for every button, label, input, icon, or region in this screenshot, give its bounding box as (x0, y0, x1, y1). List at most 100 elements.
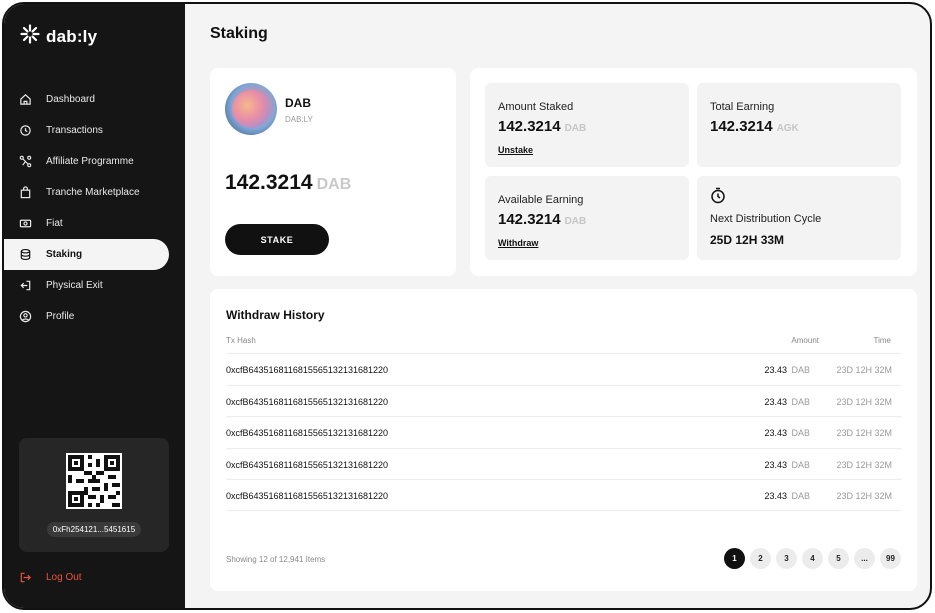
amount-unit: DAB (791, 396, 810, 407)
sidebar-item-label: Physical Exit (46, 280, 103, 291)
qr-code (66, 453, 122, 509)
available-earning-unit: DAB (564, 216, 587, 227)
page-button-2[interactable]: 2 (750, 548, 771, 569)
user-circle-icon (18, 310, 32, 324)
tx-hash: 0xcfB6435168116815565132131681220 (226, 365, 388, 375)
clock-arrows-icon (18, 124, 32, 138)
wallet-qr-card: 0xFh254121...5451615 (19, 438, 169, 552)
total-earning-label: Total Earning (710, 101, 775, 113)
page-title: Staking (210, 25, 268, 42)
sidebar-item-physical-exit[interactable]: Physical Exit (4, 270, 185, 301)
time-cell: 23D 12H 32M (836, 396, 892, 407)
page-button-3[interactable]: 3 (776, 548, 797, 569)
table-row[interactable]: 0xcfB6435168116815565132131681220 23.43 … (226, 479, 902, 511)
total-earning-value: 142.3214 AGK (710, 118, 799, 135)
table-row[interactable]: 0xcfB6435168116815565132131681220 23.43 … (226, 353, 902, 385)
column-header-time: Time (873, 336, 891, 345)
sidebar-item-affiliate-programme[interactable]: Affiliate Programme (4, 146, 185, 177)
table-row[interactable]: 0xcfB6435168116815565132131681220 23.43 … (226, 416, 902, 448)
tx-hash: 0xcfB6435168116815565132131681220 (226, 491, 388, 501)
amount-cell: 23.43 DAB (764, 460, 810, 470)
timer-icon (710, 187, 726, 209)
exit-icon (18, 279, 32, 293)
amount-staked-unit: DAB (564, 123, 587, 134)
token-balance: 142.3214 DAB (225, 171, 351, 195)
sidebar-nav: Dashboard Transactions Affiliate Program… (4, 84, 185, 332)
amount-staked-value: 142.3214 DAB (498, 118, 586, 135)
withdraw-history-title: Withdraw History (226, 308, 325, 322)
logout-label: Log Out (46, 571, 82, 583)
token-name: DAB (285, 96, 311, 110)
amount-staked-number: 142.3214 (498, 118, 561, 135)
amount-value: 23.43 (764, 459, 787, 470)
sidebar-item-tranche-marketplace[interactable]: Tranche Marketplace (4, 177, 185, 208)
amount-value: 23.43 (764, 428, 787, 438)
page-button-ellipsis[interactable]: ... (854, 548, 875, 569)
time-cell: 23D 12H 32M (836, 459, 892, 470)
main-content: Staking DAB DAB:LY 142.3214 DAB STAKE Amo… (185, 4, 930, 608)
next-distribution-value: 25D 12H 33M (710, 233, 785, 247)
page-button-4[interactable]: 4 (802, 548, 823, 569)
tx-hash: 0xcfB6435168116815565132131681220 (226, 459, 388, 470)
token-card: DAB DAB:LY 142.3214 DAB STAKE (210, 68, 456, 276)
unstake-link[interactable]: Unstake (498, 145, 533, 155)
sidebar-item-profile[interactable]: Profile (4, 301, 185, 332)
sidebar-item-label: Dashboard (46, 94, 95, 105)
amount-value: 23.43 (764, 365, 787, 375)
time-cell: 23D 12H 32M (836, 428, 892, 438)
pagination: 1 2 3 4 5 ... 99 (724, 548, 901, 569)
stake-button[interactable]: STAKE (225, 224, 329, 255)
app-window: dab:ly Dashboard Transactions Affiliate … (2, 2, 932, 610)
sidebar-item-label: Fiat (46, 218, 63, 229)
wallet-address[interactable]: 0xFh254121...5451615 (47, 522, 141, 537)
tx-hash: 0xcfB6435168116815565132131681220 (226, 428, 388, 438)
sidebar: dab:ly Dashboard Transactions Affiliate … (4, 4, 185, 608)
column-header-amount: Amount (791, 336, 819, 345)
token-symbol: DAB:LY (285, 115, 313, 124)
page-button-99[interactable]: 99 (880, 548, 901, 569)
token-balance-value: 142.3214 (225, 171, 313, 194)
withdraw-history-card: Withdraw History Tx Hash Amount Time 0xc… (210, 289, 917, 591)
total-earning-number: 142.3214 (710, 118, 773, 135)
withdraw-history-table: 0xcfB6435168116815565132131681220 23.43 … (226, 353, 902, 511)
database-stack-icon (18, 248, 32, 262)
page-button-1[interactable]: 1 (724, 548, 745, 569)
sidebar-item-label: Transactions (46, 125, 103, 136)
amount-unit: DAB (791, 428, 810, 438)
amount-staked-tile: Amount Staked 142.3214 DAB Unstake (485, 83, 689, 167)
sidebar-item-dashboard[interactable]: Dashboard (4, 84, 185, 115)
time-cell: 23D 12H 32M (836, 491, 892, 501)
network-icon (18, 155, 32, 169)
logo-text: dab:ly (46, 26, 98, 46)
cash-icon (18, 217, 32, 231)
total-earning-unit: AGK (776, 123, 799, 134)
sidebar-item-transactions[interactable]: Transactions (4, 115, 185, 146)
sidebar-item-label: Affiliate Programme (46, 156, 134, 167)
pagination-summary: Showing 12 of 12,941 Items (226, 555, 326, 564)
staking-stats-card: Amount Staked 142.3214 DAB Unstake Total … (470, 68, 917, 276)
column-header-tx-hash: Tx Hash (226, 336, 256, 345)
logout-button[interactable]: Log Out (18, 570, 82, 584)
token-balance-unit: DAB (316, 176, 352, 193)
amount-cell: 23.43 DAB (764, 428, 810, 438)
table-row[interactable]: 0xcfB6435168116815565132131681220 23.43 … (226, 384, 902, 417)
tx-hash: 0xcfB6435168116815565132131681220 (226, 396, 388, 407)
available-earning-value: 142.3214 DAB (498, 211, 586, 228)
logo[interactable]: dab:ly (20, 24, 97, 49)
sidebar-item-label: Profile (46, 311, 75, 322)
home-icon (18, 93, 32, 107)
table-row[interactable]: 0xcfB6435168116815565132131681220 23.43 … (226, 447, 902, 480)
token-avatar (225, 83, 277, 135)
amount-unit: DAB (791, 365, 810, 375)
amount-unit: DAB (791, 491, 810, 501)
available-earning-tile: Available Earning 142.3214 DAB Withdraw (485, 176, 689, 260)
page-button-5[interactable]: 5 (828, 548, 849, 569)
sidebar-item-label: Tranche Marketplace (46, 187, 140, 198)
sidebar-item-staking[interactable]: Staking (4, 239, 169, 270)
amount-cell: 23.43 DAB (764, 365, 810, 375)
amount-cell: 23.43 DAB (764, 491, 810, 501)
amount-staked-label: Amount Staked (498, 101, 574, 113)
withdraw-link[interactable]: Withdraw (498, 238, 538, 248)
sidebar-item-fiat[interactable]: Fiat (4, 208, 185, 239)
next-distribution-label: Next Distribution Cycle (710, 213, 822, 225)
